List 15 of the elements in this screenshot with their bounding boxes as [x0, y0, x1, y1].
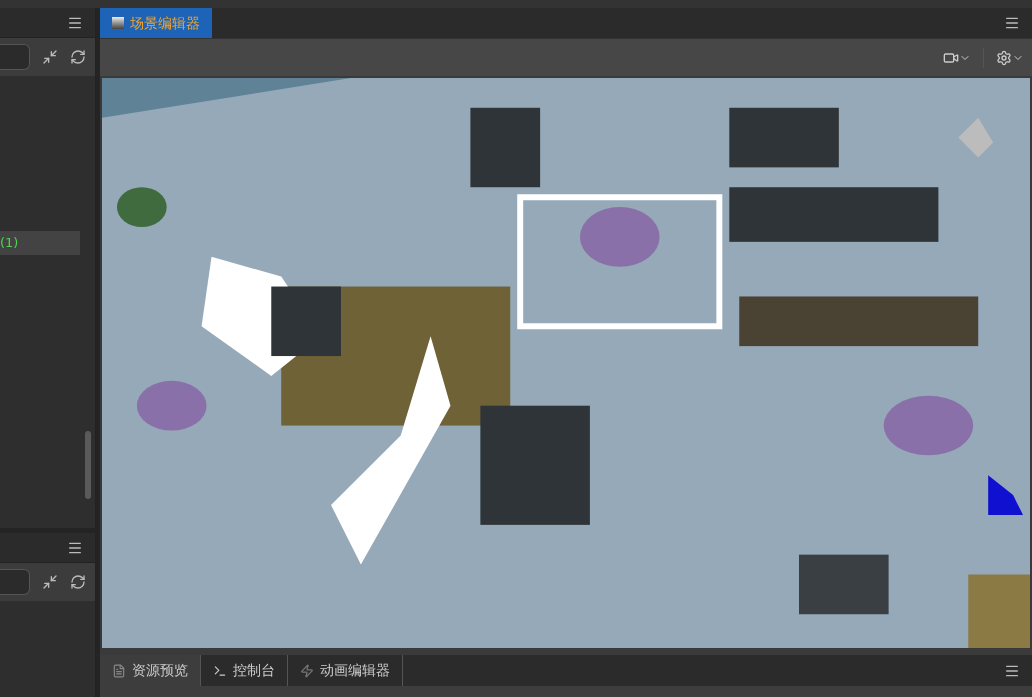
scrollbar[interactable]	[85, 431, 91, 499]
panel-tab[interactable]: 资源预览	[100, 655, 201, 686]
terminal-icon	[213, 663, 227, 678]
settings-icon	[996, 49, 1012, 66]
collapse-icon[interactable]	[42, 574, 58, 590]
refresh-icon[interactable]	[70, 49, 86, 65]
search-field[interactable]	[0, 44, 30, 70]
refresh-icon[interactable]	[70, 574, 86, 590]
settings-dropdown[interactable]	[996, 49, 1024, 66]
search-field[interactable]	[0, 569, 30, 595]
menu-icon[interactable]	[1004, 15, 1020, 31]
document-icon	[112, 663, 126, 678]
tree-node[interactable]: (1)	[0, 231, 80, 255]
collapse-icon[interactable]	[42, 49, 58, 65]
scene-icon	[112, 17, 124, 29]
